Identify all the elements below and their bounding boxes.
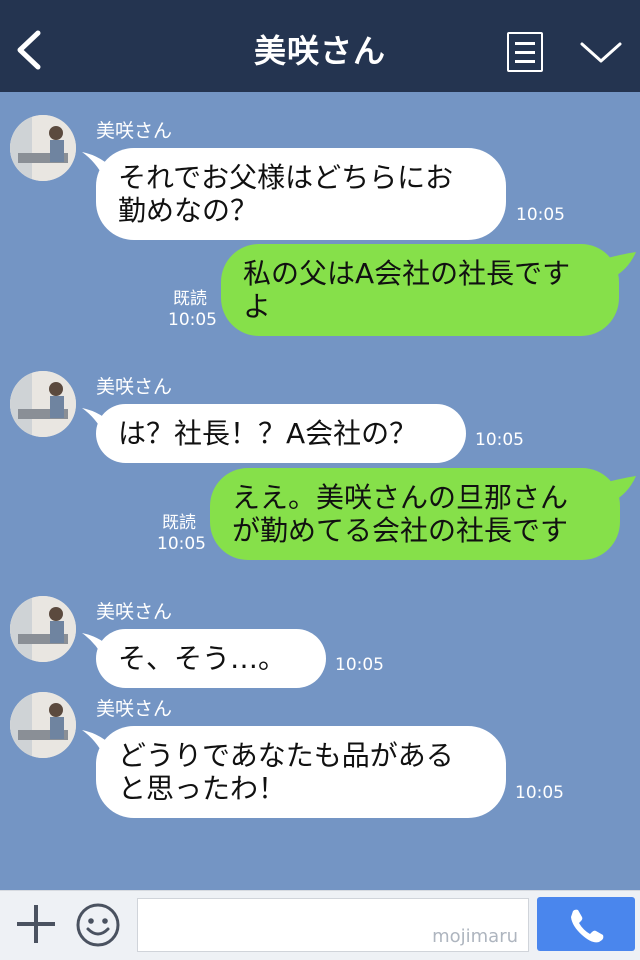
message-line: と思ったわ！ bbox=[118, 772, 287, 805]
menu-icon-line bbox=[515, 60, 535, 63]
read-label: 既読 bbox=[173, 289, 207, 309]
message-line: 私の父はA会社の社長です bbox=[243, 257, 571, 290]
message-time: 10:05 bbox=[168, 310, 217, 330]
bubble-tail bbox=[600, 252, 636, 278]
avatar-image bbox=[10, 115, 76, 181]
plus-icon bbox=[17, 905, 55, 943]
sender-name: 美咲さん bbox=[96, 120, 173, 142]
read-receipt: 既読 10:05 bbox=[157, 513, 206, 555]
add-button[interactable] bbox=[15, 903, 57, 945]
avatar-image bbox=[10, 692, 76, 758]
message-bubble[interactable]: どうりであなたも品がある と思ったわ！ bbox=[96, 726, 506, 818]
message-list[interactable]: 美咲さん それでお父様はどちらにお 勤めなの？ 10:05 既読 10:05 私… bbox=[0, 92, 640, 890]
message-input[interactable]: mojimaru bbox=[137, 898, 529, 952]
read-receipt: 既読 10:05 bbox=[168, 289, 217, 331]
menu-icon bbox=[515, 42, 535, 45]
chevron-down-icon bbox=[580, 42, 622, 63]
message-bubble[interactable]: ええ。美咲さんの旦那さん が勤めてる会社の社長です bbox=[210, 468, 620, 560]
message-time: 10:05 bbox=[516, 205, 565, 225]
call-button[interactable] bbox=[537, 897, 635, 951]
sender-name: 美咲さん bbox=[96, 376, 173, 398]
chat-title: 美咲さん bbox=[253, 32, 386, 70]
menu-button[interactable] bbox=[507, 32, 543, 72]
read-label: 既読 bbox=[162, 513, 196, 533]
message-time: 10:05 bbox=[515, 783, 564, 803]
watermark: mojimaru bbox=[432, 926, 518, 947]
message-time: 10:05 bbox=[335, 655, 384, 675]
message-bubble[interactable]: そ、そう…。 bbox=[96, 629, 326, 688]
avatar[interactable] bbox=[10, 371, 76, 437]
avatar-image bbox=[10, 596, 76, 662]
message-line: それでお父様はどちらにお bbox=[118, 161, 454, 194]
chat-header: 美咲さん bbox=[0, 0, 640, 92]
message-time: 10:05 bbox=[157, 534, 206, 554]
expand-button[interactable] bbox=[578, 30, 624, 70]
message-line: ええ。美咲さんの旦那さん bbox=[232, 481, 569, 514]
avatar[interactable] bbox=[10, 692, 76, 758]
bubble-tail bbox=[600, 476, 636, 502]
input-bar: mojimaru bbox=[0, 890, 640, 960]
message-line: が勤めてる会社の社長です bbox=[232, 514, 569, 547]
sender-name: 美咲さん bbox=[96, 601, 173, 623]
message-line: そ、そう…。 bbox=[118, 642, 287, 675]
message-time: 10:05 bbox=[475, 430, 524, 450]
phone-icon bbox=[571, 909, 604, 943]
sticker-button[interactable] bbox=[75, 902, 121, 948]
avatar-image bbox=[10, 371, 76, 437]
sender-name: 美咲さん bbox=[96, 698, 173, 720]
smiley-icon bbox=[76, 903, 120, 947]
message-bubble[interactable]: 私の父はA会社の社長です よ bbox=[221, 244, 619, 336]
message-bubble[interactable]: は？社長！？A会社の？ bbox=[96, 404, 466, 463]
message-line: どうりであなたも品がある bbox=[118, 739, 454, 772]
avatar[interactable] bbox=[10, 115, 76, 181]
avatar[interactable] bbox=[10, 596, 76, 662]
message-line: よ bbox=[243, 290, 272, 323]
message-bubble[interactable]: それでお父様はどちらにお 勤めなの？ bbox=[96, 148, 506, 240]
message-line: 勤めなの？ bbox=[118, 194, 259, 227]
message-line: は？社長！？A会社の？ bbox=[118, 417, 418, 450]
menu-icon-line bbox=[515, 51, 535, 54]
